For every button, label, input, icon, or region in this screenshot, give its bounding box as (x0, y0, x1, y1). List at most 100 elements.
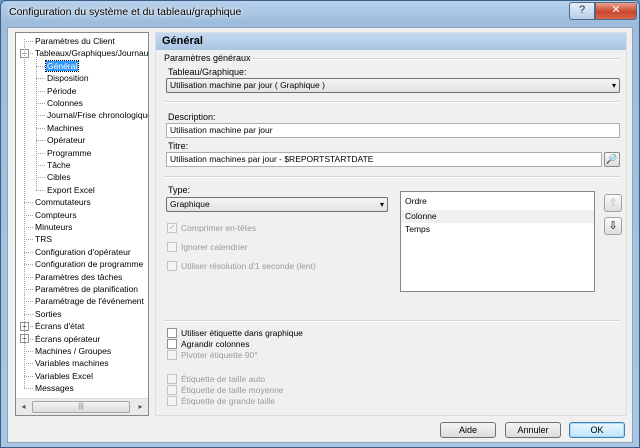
checkbox-box (167, 396, 177, 406)
tree-connector (36, 103, 45, 104)
tree-item[interactable]: Variables machines (34, 357, 110, 369)
tree-item[interactable]: Écrans d'état (34, 320, 85, 332)
tree-connector (24, 351, 33, 352)
tree-item[interactable]: Cibles (46, 171, 72, 183)
tree-connector (36, 115, 45, 117)
tree-connector (24, 41, 33, 42)
separator-2 (164, 176, 620, 178)
tree-connector (24, 264, 33, 266)
settings-tree[interactable]: Paramètres du Client − Tableaux/Graphiques… (15, 32, 149, 416)
tree-item[interactable]: Tâche (46, 159, 72, 171)
tree-item[interactable]: Général (44, 59, 80, 72)
order-header: Ordre (405, 196, 427, 206)
tree-item-label: Paramétrage de l'événement (35, 296, 144, 307)
tree-item[interactable]: Export Excel (46, 184, 96, 196)
tree-item-label: Écrans d'état (35, 321, 85, 332)
title-bar[interactable]: Configuration du système et du tableau/g… (1, 1, 639, 25)
tree-item-label: Export Excel (47, 184, 95, 195)
help-button[interactable]: Aide (440, 422, 496, 438)
tree-connector (36, 165, 45, 166)
tree-item-label: Journal/Frise chronologique (47, 110, 149, 121)
tree-item[interactable]: Machines / Groupes (34, 345, 112, 357)
type-select[interactable]: Graphique ▾ (166, 197, 388, 212)
tree-item[interactable]: Variables Excel (34, 370, 94, 382)
chart-select[interactable]: Utilisation machine par jour ( Graphique… (166, 78, 620, 93)
tree-item[interactable]: Colonnes (46, 97, 84, 109)
tree-connector (36, 140, 45, 142)
tree-item[interactable]: Paramétrage de l'événement (34, 295, 145, 307)
close-button[interactable]: ✕ (595, 2, 637, 20)
tree-item[interactable]: Configuration d'opérateur (34, 246, 132, 258)
tree-item-label: Configuration de programme (35, 259, 144, 270)
tree-item[interactable]: Journal/Frise chronologique (46, 109, 149, 121)
search-icon[interactable]: 🔎 (604, 152, 620, 167)
checkbox-box[interactable] (167, 339, 177, 349)
option-checkbox: Utiliser résolution d'1 seconde (lent) (167, 260, 397, 272)
list-item[interactable]: Temps (401, 223, 594, 236)
tree-item[interactable]: Configuration de programme (34, 258, 144, 270)
tree-item-label: Paramètres des tâches (35, 271, 123, 282)
tree-item-label: Commutateurs (35, 197, 91, 208)
checkbox-label: Pivoter étiquette 90° (181, 350, 258, 360)
tree-connector (36, 189, 45, 191)
window-title: Configuration du système et du tableau/g… (9, 6, 242, 18)
tree-item[interactable]: Paramètres des tâches (34, 271, 123, 283)
checkbox-box[interactable] (167, 328, 177, 338)
tree-connector (24, 251, 33, 253)
scroll-thumb[interactable]: ||| (32, 401, 130, 413)
tree-connector (24, 202, 33, 204)
order-list[interactable]: Ordre Colonne Temps (400, 191, 595, 292)
tree-connector (36, 152, 45, 154)
ok-button[interactable]: OK (569, 422, 625, 438)
tree-item[interactable]: Tableaux/Graphiques/Journaux (34, 47, 148, 59)
tree-item-label: Paramètres de planification (35, 284, 139, 294)
tree-connector (36, 78, 45, 80)
tree-connector (24, 363, 33, 365)
chart-select-value: Utilisation machine par jour ( Graphique… (170, 80, 325, 90)
tree-item[interactable]: Messages (34, 382, 75, 394)
scroll-right-icon[interactable]: ▸ (133, 400, 148, 414)
checkbox-label: Étiquette de grande taille (181, 396, 276, 406)
tree-item-label: Minuteurs (35, 222, 73, 232)
title-field[interactable]: Utilisation machines par jour - $REPORTS… (166, 152, 602, 167)
tree-item[interactable]: Compteurs (34, 209, 78, 221)
type-label: Type: (168, 185, 191, 195)
tree-connector (24, 239, 33, 241)
tree-item[interactable]: Opérateur (46, 134, 86, 146)
type-select-value: Graphique (170, 199, 210, 209)
move-up-icon[interactable]: ⇧ (604, 194, 622, 212)
group-label: Paramètres généraux (164, 53, 251, 63)
tree-item[interactable]: Paramètres de planification (34, 283, 139, 295)
tree-item[interactable]: Commutateurs (34, 196, 92, 208)
tree-connector (24, 313, 33, 315)
tree-item-label: TRS (35, 234, 52, 245)
tree-connector (24, 301, 33, 303)
tree-items: Paramètres du Client − Tableaux/Graphiques… (16, 33, 148, 398)
tree-connector (24, 276, 33, 278)
tree-horizontal-scrollbar[interactable]: ◂ ||| ▸ (16, 398, 148, 415)
scroll-left-icon[interactable]: ◂ (16, 400, 31, 414)
list-item[interactable]: Colonne (401, 210, 594, 223)
description-field[interactable]: Utilisation machine par jour (166, 123, 620, 138)
tree-item[interactable]: TRS (34, 233, 53, 245)
tree-item[interactable]: Minuteurs (34, 221, 73, 233)
cancel-button[interactable]: Annuler (505, 422, 561, 438)
tree-item[interactable]: Sorties (34, 308, 62, 320)
tree-connector (24, 227, 33, 228)
group-separator (250, 58, 620, 60)
panel-header: Général (156, 33, 626, 50)
checkbox-box (167, 350, 177, 360)
tree-item[interactable]: Paramètres du Client (34, 35, 116, 47)
tree-item[interactable]: Programme (46, 147, 92, 159)
chevron-down-icon: ▾ (379, 200, 384, 209)
tree-item[interactable]: Disposition (46, 72, 90, 84)
tree-item-label: Tâche (47, 160, 71, 170)
tree-item[interactable]: Période (46, 85, 77, 97)
config-window: Configuration du système et du tableau/g… (0, 0, 640, 448)
tree-item[interactable]: Machines (46, 122, 84, 134)
tree-connector (36, 177, 45, 179)
tree-item[interactable]: Écrans opérateur (34, 333, 101, 345)
tree-child-spine (36, 57, 37, 190)
move-down-icon[interactable]: ⇩ (604, 217, 622, 235)
help-title-button[interactable]: ? (569, 2, 595, 20)
